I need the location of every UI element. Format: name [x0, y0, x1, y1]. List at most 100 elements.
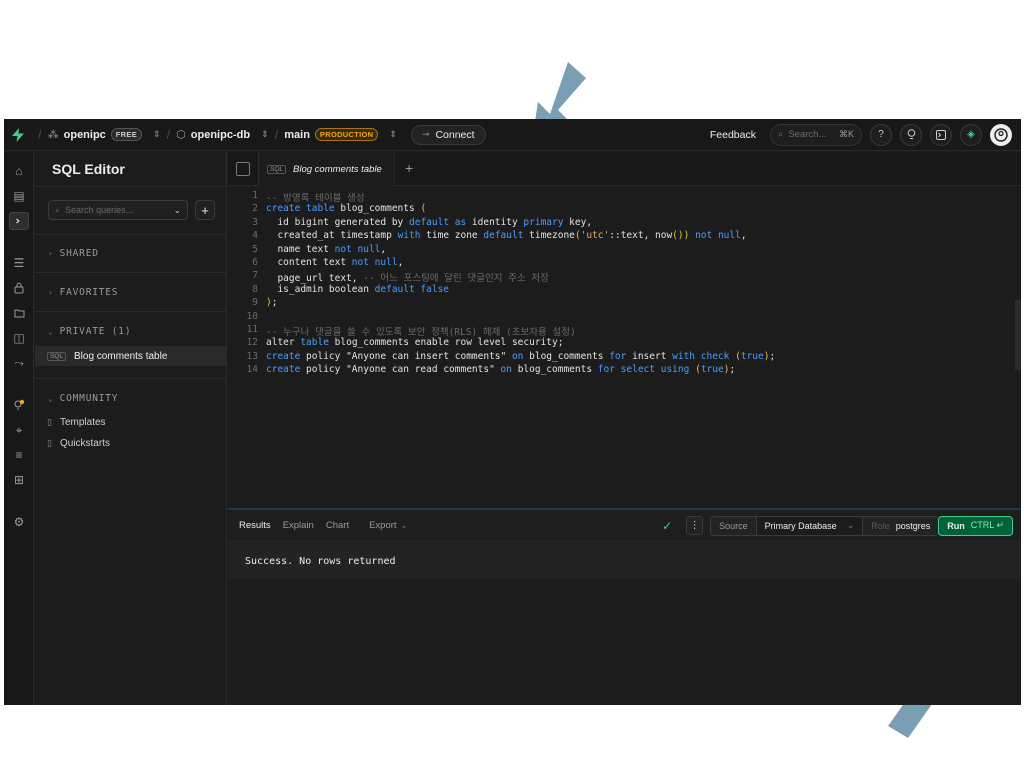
tab-label: Blog comments table	[293, 163, 382, 175]
lightbulb-icon[interactable]	[900, 123, 922, 146]
code-line: 1 -- 방명록 테이블 생성	[228, 190, 1021, 204]
code-text: alter table blog_comments enable row lev…	[266, 337, 564, 349]
connect-label: Connect	[435, 128, 475, 141]
section-favorites[interactable]: › FAVORITES	[48, 287, 118, 298]
code-line: 10	[228, 311, 1021, 324]
source-select[interactable]: Primary Database ⌄	[756, 516, 864, 535]
nav-rail: ⌂ ▤ ☰ ◫ ⤳ ⌖ ≡ ⊞ ⚙	[4, 152, 34, 705]
divider	[35, 311, 227, 312]
sidebar-toggle-icon[interactable]	[236, 162, 250, 176]
search-icon: ⌕	[778, 129, 784, 140]
project-name: openipc-db	[190, 128, 251, 141]
source-label: Source	[711, 516, 757, 535]
role-select[interactable]: Role postgres	[863, 517, 938, 535]
org-selector[interactable]: ⁂ openipc FREE ⇕	[48, 128, 161, 141]
code-line: 7 page_url text, -- 어느 포스팅에 달린 댓글인지 주소 저…	[228, 270, 1021, 285]
community-item-label: Templates	[59, 416, 106, 428]
plug-icon: ⊸	[421, 129, 430, 139]
new-tab-button[interactable]: +	[405, 160, 413, 176]
export-label: Export	[369, 520, 397, 531]
database-icon[interactable]: ☰	[9, 254, 29, 272]
realtime-icon[interactable]: ⤳	[9, 354, 29, 372]
advisors-icon[interactable]	[9, 396, 29, 414]
run-shortcut: CTRL ↵	[970, 520, 1004, 530]
auth-lock-icon[interactable]	[9, 279, 29, 297]
community-item-templates[interactable]: ▯ Templates	[35, 412, 227, 432]
new-query-button[interactable]: +	[195, 200, 215, 220]
home-icon[interactable]: ⌂	[9, 162, 29, 180]
line-number: 13	[246, 350, 258, 362]
global-search[interactable]: ⌕ Search... ⌘K	[770, 123, 862, 146]
source-role-group: Source Primary Database ⌄ Role postgres	[710, 515, 940, 536]
tab-explain[interactable]: Explain	[283, 520, 314, 531]
branch-selector[interactable]: main PRODUCTION ⇕	[284, 128, 397, 141]
section-private[interactable]: ⌄ PRIVATE (1)	[48, 326, 131, 337]
code-text: page_url text, -- 어느 포스팅에 달린 댓글인지 주소 저장	[266, 273, 549, 285]
sql-file-icon: SQL	[267, 164, 287, 174]
code-text: name text not null,	[266, 243, 387, 255]
code-editor[interactable]: 1 -- 방명록 테이블 생성 2 create table blog_commen…	[228, 187, 1021, 507]
breadcrumb-separator: /	[38, 127, 42, 142]
project-selector[interactable]: ⬡ openipc-db ⇕	[176, 128, 269, 142]
sql-file-icon: SQL	[47, 351, 67, 361]
terminal-icon[interactable]	[930, 123, 952, 146]
code-text: is_admin boolean default false	[266, 283, 450, 295]
code-line: 2 create table blog_comments (	[228, 203, 1021, 216]
top-bar: / ⁂ openipc FREE ⇕ / ⬡ openipc-db ⇕ / ma…	[4, 119, 1021, 151]
section-private-label: PRIVATE (1)	[59, 326, 132, 337]
tab-results[interactable]: Results	[239, 520, 271, 531]
code-text: -- 누구나 댓글을 쓸 수 있도록 보안 정책(RLS) 해제 (초보자용 설…	[266, 327, 576, 338]
line-number: 1	[252, 190, 258, 201]
chevron-updown-icon: ⇕	[261, 129, 269, 139]
section-community[interactable]: ⌄ COMMUNITY	[48, 393, 118, 404]
code-text: created_at timestamp with time zone defa…	[266, 230, 747, 242]
org-plan-badge: FREE	[110, 128, 142, 141]
org-icon: ⁂	[47, 129, 59, 141]
help-icon[interactable]: ?	[870, 123, 892, 146]
divider	[35, 186, 227, 187]
section-favorites-label: FAVORITES	[59, 287, 119, 298]
connect-button[interactable]: ⊸ Connect	[410, 124, 486, 145]
assistant-icon[interactable]: ◈	[960, 123, 982, 146]
feedback-button[interactable]: Feedback	[710, 129, 756, 141]
table-editor-icon[interactable]: ▤	[9, 187, 29, 205]
document-icon: ▯	[47, 416, 52, 427]
query-item-label: Blog comments table	[74, 350, 168, 362]
line-number: 10	[246, 310, 258, 322]
line-number: 3	[252, 216, 258, 228]
storage-icon[interactable]	[9, 304, 29, 322]
results-toolbar: Results Explain Chart Export ⌄ ✓ ⋮ Source…	[228, 510, 1021, 542]
logs-icon[interactable]: ≡	[9, 446, 29, 464]
sql-editor-icon[interactable]	[9, 212, 29, 230]
source-value: Primary Database	[764, 520, 837, 531]
section-shared[interactable]: › SHARED	[48, 248, 99, 259]
export-dropdown[interactable]: Export ⌄	[369, 520, 407, 531]
search-queries-input[interactable]: ⌕ Search queries... ⌄	[48, 200, 188, 220]
reports-telescope-icon[interactable]: ⌖	[9, 421, 29, 439]
code-line: 6 content text not null,	[228, 257, 1021, 270]
editor-tab-bar: SQL Blog comments table +	[228, 152, 1021, 186]
more-options-icon[interactable]: ⋮	[686, 516, 704, 535]
integrations-icon[interactable]: ⊞	[9, 471, 29, 489]
settings-gear-icon[interactable]: ⚙	[9, 513, 29, 531]
editor-scrollbar[interactable]	[1015, 300, 1021, 370]
results-panel: Success. No rows returned	[228, 543, 1021, 705]
code-text: -- 방명록 테이블 생성	[266, 193, 365, 204]
filter-icon[interactable]: ⌄	[173, 205, 181, 216]
results-actions: ✓ ⋮ Source Primary Database ⌄ Role postg…	[662, 515, 1021, 536]
supabase-logo-icon[interactable]	[4, 119, 32, 151]
community-item-quickstarts[interactable]: ▯ Quickstarts	[35, 433, 227, 453]
breadcrumb-separator: /	[274, 127, 279, 142]
edge-functions-icon[interactable]: ◫	[9, 329, 29, 347]
success-check-icon: ✓	[662, 518, 673, 533]
query-item-blog-comments[interactable]: SQL Blog comments table	[35, 346, 227, 366]
tab-blog-comments-table[interactable]: SQL Blog comments table	[258, 152, 395, 186]
code-line: 14 create policy "Anyone can read comment…	[228, 364, 1021, 377]
tab-chart[interactable]: Chart	[326, 520, 349, 531]
code-line: 11 -- 누구나 댓글을 쓸 수 있도록 보안 정책(RLS) 해제 (초보자용…	[228, 324, 1021, 338]
run-label: Run	[947, 520, 965, 531]
run-button[interactable]: Run CTRL ↵	[938, 515, 1013, 536]
chevron-right-icon: ›	[48, 249, 54, 258]
branch-name: main	[284, 128, 310, 141]
user-avatar[interactable]	[990, 123, 1012, 146]
